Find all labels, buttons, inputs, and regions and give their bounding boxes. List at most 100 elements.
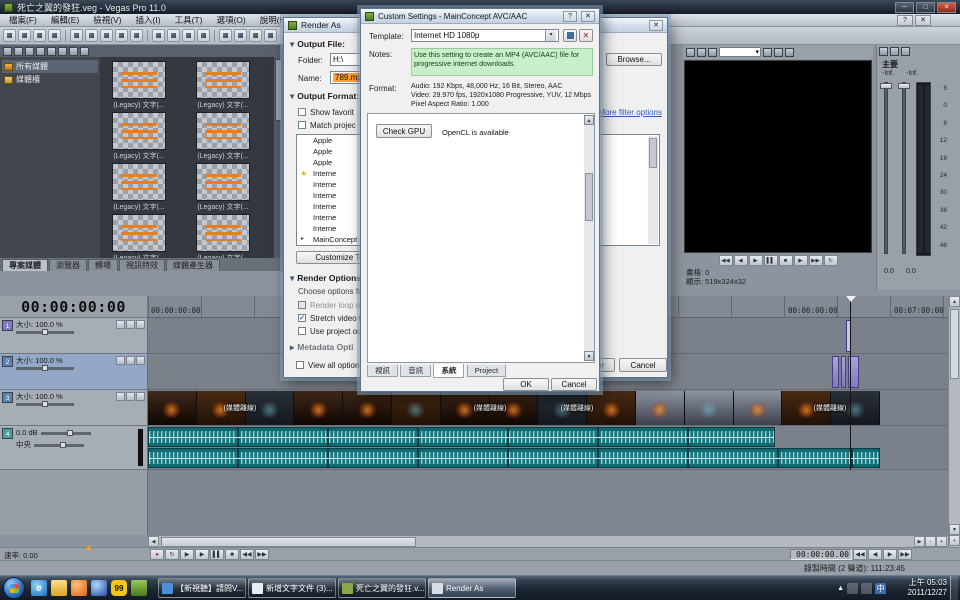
timeline-zoom-in-button[interactable]: + xyxy=(936,536,947,547)
auto-ripple-icon[interactable] xyxy=(167,29,180,42)
media-thumbnail[interactable] xyxy=(196,214,250,252)
overlays-icon[interactable] xyxy=(763,48,772,57)
tray-ime-indicator[interactable]: 中 xyxy=(875,583,886,594)
dock-help-button[interactable]: ? xyxy=(897,15,913,26)
media-thumbnail[interactable] xyxy=(196,163,250,201)
mute-icon[interactable] xyxy=(116,320,125,329)
video-clip-frame[interactable] xyxy=(294,391,343,425)
preview-stop-button[interactable]: ■ xyxy=(779,255,793,266)
record-button[interactable]: ● xyxy=(150,549,164,560)
format-list-scrollbar[interactable] xyxy=(648,136,658,244)
media-thumbnail[interactable] xyxy=(196,112,250,150)
match-project-checkbox[interactable] xyxy=(298,121,306,129)
media-properties-icon[interactable] xyxy=(47,47,56,56)
copy-icon[interactable] xyxy=(85,29,98,42)
next-marker-button[interactable]: ▶▶ xyxy=(898,549,912,560)
import-media-icon[interactable] xyxy=(3,47,12,56)
media-grid-scrollbar[interactable] xyxy=(274,57,283,258)
play-from-start-button[interactable]: ▶ xyxy=(180,549,194,560)
tray-network-icon[interactable] xyxy=(847,583,858,594)
taskbar-button-notepad[interactable]: 新增文字文件 (3)... xyxy=(248,578,336,598)
preview-fx-icon[interactable] xyxy=(697,48,706,57)
audio-event-left-channel[interactable] xyxy=(148,427,775,447)
play-button[interactable]: ▶ xyxy=(195,549,209,560)
custom-settings-help-button[interactable]: ? xyxy=(563,11,577,22)
show-favorites-checkbox[interactable] xyxy=(298,108,306,116)
video-clip-frame[interactable] xyxy=(148,391,197,425)
minimize-button[interactable]: ─ xyxy=(895,2,914,13)
views-icon[interactable] xyxy=(80,47,89,56)
expander-icon[interactable]: ▸ xyxy=(301,234,304,245)
undo-icon[interactable] xyxy=(115,29,128,42)
show-desktop-button[interactable] xyxy=(950,576,958,600)
loop-playback-button[interactable]: ↻ xyxy=(165,549,179,560)
tab-explorer[interactable]: 瀏覽器 xyxy=(49,259,87,271)
save-snapshot-icon[interactable] xyxy=(785,48,794,57)
preview-go-end-button[interactable]: ▶▶ xyxy=(809,255,823,266)
media-thumbnail[interactable] xyxy=(112,214,166,252)
save-template-button[interactable] xyxy=(563,29,577,42)
track-number-chip[interactable]: 2 xyxy=(2,356,13,367)
scroll-up-button[interactable]: ▲ xyxy=(949,296,960,307)
preview-go-start-button[interactable]: ◀◀ xyxy=(719,255,733,266)
delete-template-button[interactable]: ✕ xyxy=(579,29,593,42)
tab-transitions[interactable]: 轉場 xyxy=(88,259,118,271)
pan-slider[interactable] xyxy=(34,444,84,447)
volume-slider[interactable] xyxy=(41,432,91,435)
media-thumbnail[interactable] xyxy=(112,112,166,150)
insert-bus-icon[interactable] xyxy=(879,47,888,56)
timeline-zoom-out-button[interactable]: − xyxy=(925,536,936,547)
mute-icon[interactable] xyxy=(116,356,125,365)
solo-icon[interactable] xyxy=(126,356,135,365)
tab-audio[interactable]: 音訊 xyxy=(400,365,431,377)
video-clip-frame[interactable] xyxy=(734,391,783,425)
new-bin-icon[interactable] xyxy=(69,47,78,56)
custom-settings-close-button[interactable]: ✕ xyxy=(581,11,595,22)
project-video-properties-icon[interactable] xyxy=(686,48,695,57)
solo-icon[interactable] xyxy=(126,392,135,401)
internet-explorer-icon[interactable]: e xyxy=(31,580,47,596)
restore-button[interactable]: □ xyxy=(916,2,935,13)
track-zoom-in-button[interactable]: + xyxy=(949,535,960,546)
fader-handle[interactable] xyxy=(898,83,910,89)
menu-view[interactable]: 檢視(V) xyxy=(86,14,128,26)
scrollbar-thumb[interactable] xyxy=(161,537,416,547)
track-number-chip[interactable]: 4 xyxy=(2,428,13,439)
track-level-slider[interactable] xyxy=(16,403,74,406)
envelope-edit-tool-icon[interactable] xyxy=(234,29,247,42)
preview-prev-frame-button[interactable]: ◀ xyxy=(734,255,748,266)
copy-snapshot-icon[interactable] xyxy=(774,48,783,57)
go-to-start-button[interactable]: ◀◀ xyxy=(240,549,254,560)
taskbar-clock[interactable]: 上午 05:03 2011/12/27 xyxy=(889,578,947,598)
tray-expand-icon[interactable]: ▲ xyxy=(837,585,844,592)
track-level-slider[interactable] xyxy=(16,367,74,370)
track-fx-icon[interactable] xyxy=(136,320,145,329)
media-fx-icon[interactable] xyxy=(58,47,67,56)
render-cancel-button[interactable]: Cancel xyxy=(619,358,667,372)
stretch-video-checkbox[interactable]: ✓ xyxy=(298,314,306,322)
template-combobox[interactable]: Internet HD 1080p ▾ xyxy=(411,29,559,42)
tray-volume-icon[interactable] xyxy=(861,583,872,594)
next-frame-button[interactable]: ▶ xyxy=(883,549,897,560)
section-arrow-icon[interactable]: ▾ xyxy=(290,39,294,49)
normal-edit-tool-icon[interactable] xyxy=(219,29,232,42)
section-arrow-icon[interactable]: ▾ xyxy=(290,273,294,283)
menu-tools[interactable]: 工具(T) xyxy=(168,14,210,26)
video-clip-frame[interactable] xyxy=(392,391,441,425)
tab-media-generators[interactable]: 媒體產生器 xyxy=(166,259,220,271)
mixer-properties-icon[interactable] xyxy=(901,47,910,56)
settings-scrollbar[interactable]: ▲ ▼ xyxy=(584,115,594,361)
track-header-3[interactable]: 3 大小: 100.0 % xyxy=(0,390,148,426)
track-header-2[interactable]: 2 大小: 100.0 % xyxy=(0,354,148,390)
playhead-marker[interactable] xyxy=(846,296,856,302)
media-thumbnail[interactable] xyxy=(112,61,166,99)
video-event-small[interactable] xyxy=(832,356,839,388)
track-fx-icon[interactable] xyxy=(136,356,145,365)
close-button[interactable]: ✕ xyxy=(937,2,956,13)
master-fader-left[interactable] xyxy=(884,82,888,254)
scrollbar-thumb[interactable] xyxy=(950,309,959,379)
menu-insert[interactable]: 插入(I) xyxy=(129,14,168,26)
track-level-slider[interactable] xyxy=(16,331,74,334)
master-fader-right[interactable] xyxy=(902,82,906,254)
tree-item-media-bins[interactable]: 媒體櫃 xyxy=(2,73,98,86)
